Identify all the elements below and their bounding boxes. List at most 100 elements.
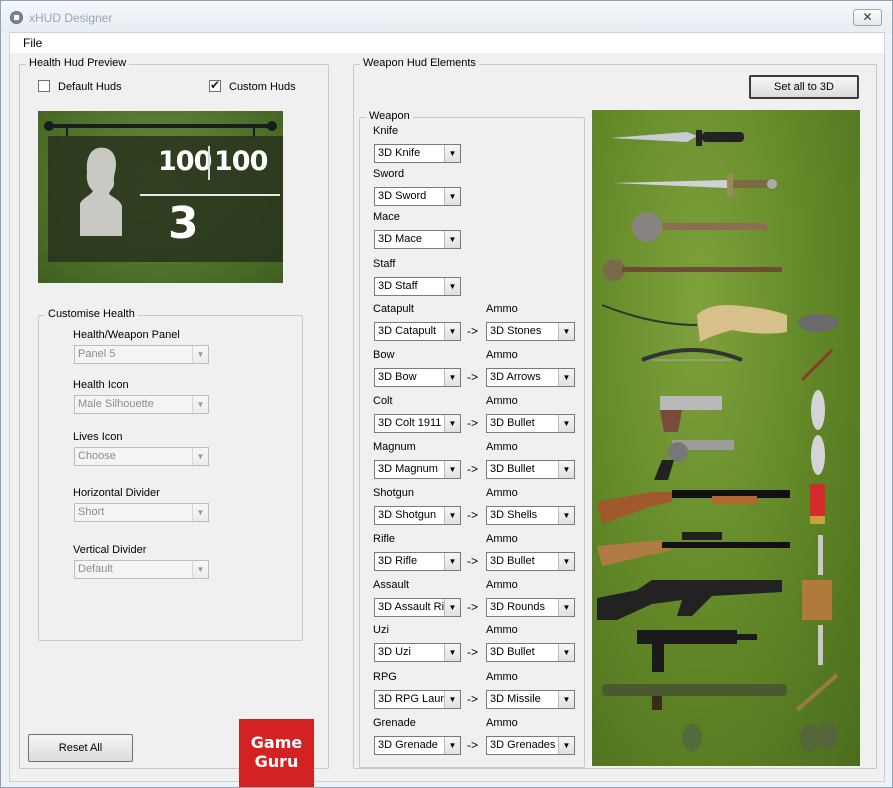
health-icon-label: Health Icon [73,379,129,391]
horizontal-divider-label: Horizontal Divider [73,487,160,499]
chevron-down-icon: ▼ [444,415,460,432]
colt-ammo-label: Ammo [486,395,518,407]
grenade-ammo-select-value: 3D Grenades [490,739,556,751]
catapult-ammo-select[interactable]: 3D Stones ▼ [486,322,575,341]
magnum-select[interactable]: 3D Magnum ▼ [374,460,461,479]
grenade-select-value: 3D Grenade [378,739,438,751]
rpg-select[interactable]: 3D RPG Laun ▼ [374,690,461,709]
catapult-label: Catapult [373,303,414,315]
lives-icon-select[interactable]: Choose ▼ [74,447,209,466]
set-all-3d-button[interactable]: Set all to 3D [749,75,859,99]
grenade-icon [682,722,838,752]
close-button[interactable]: ✕ [853,9,882,26]
weapon-hud-elements-title: Weapon Hud Elements [360,57,479,69]
slingshot-icon [601,304,838,342]
rifle-ammo-select[interactable]: 3D Bullet ▼ [486,552,575,571]
uzi-select[interactable]: 3D Uzi ▼ [374,643,461,662]
assault-ammo-select[interactable]: 3D Rounds ▼ [486,598,575,617]
staff-select[interactable]: 3D Staff ▼ [374,277,461,296]
magnum-arrow: -> [467,462,479,476]
colt-arrow: -> [467,416,479,430]
chevron-down-icon: ▼ [558,599,574,616]
uzi-ammo-select[interactable]: 3D Bullet ▼ [486,643,575,662]
max-health-value: 100 [214,146,268,177]
chevron-down-icon: ▼ [558,691,574,708]
shotgun-ammo-select[interactable]: 3D Shells ▼ [486,506,575,525]
health-icon-select[interactable]: Male Silhouette ▼ [74,395,209,414]
sword-select[interactable]: 3D Sword ▼ [374,187,461,206]
chevron-down-icon: ▼ [192,346,208,363]
shotgun-ammo-label: Ammo [486,487,518,499]
grenade-arrow: -> [467,738,479,752]
bow-icon [641,348,834,382]
default-huds-checkbox[interactable] [38,80,50,92]
grenade-ammo-select[interactable]: 3D Grenades ▼ [486,736,575,755]
bow-label: Bow [373,349,395,361]
colt-select[interactable]: 3D Colt 1911 ▼ [374,414,461,433]
panel-select[interactable]: Panel 5 ▼ [74,345,209,364]
weapon-group-title: Weapon [366,110,413,122]
vertical-divider-select[interactable]: Default ▼ [74,560,209,579]
uzi-ammo-label: Ammo [486,624,518,636]
rpg-icon [602,673,839,712]
rifle-select[interactable]: 3D Rifle ▼ [374,552,461,571]
knife-select-value: 3D Knife [378,147,421,159]
chevron-down-icon: ▼ [558,369,574,386]
horizontal-divider-select[interactable]: Short ▼ [74,503,209,522]
rifle-label: Rifle [373,533,396,545]
chevron-down-icon: ▼ [444,188,460,205]
reset-all-button[interactable]: Reset All [28,734,133,762]
assault-ammo-select-value: 3D Rounds [490,601,546,613]
customise-health-group: Customise Health Health/Weapon Panel Pan… [38,308,303,641]
menu-bar: File [10,33,884,53]
shotgun-select[interactable]: 3D Shotgun ▼ [374,506,461,525]
sword-icon [612,174,777,196]
chevron-down-icon: ▼ [444,507,460,524]
grenade-select[interactable]: 3D Grenade ▼ [374,736,461,755]
health-hud-preview-group: Health Hud Preview Default Huds Custom H… [19,57,329,787]
weapons-illustration [597,130,839,752]
staff-select-value: 3D Staff [378,280,418,292]
chevron-down-icon: ▼ [444,691,460,708]
assault-select[interactable]: 3D Assault Ri ▼ [374,598,461,617]
close-icon: ✕ [862,10,873,24]
client-area: File Health Hud Preview Default Huds Cus… [9,32,885,787]
magnum-label: Magnum [373,441,416,453]
rpg-ammo-label: Ammo [486,671,518,683]
bow-select[interactable]: 3D Bow ▼ [374,368,461,387]
panel-select-value: Panel 5 [78,348,116,360]
knife-label: Knife [373,125,399,137]
uzi-arrow: -> [467,645,479,659]
staff-icon [603,259,782,281]
knife-select[interactable]: 3D Knife ▼ [374,144,461,163]
rifle-select-value: 3D Rifle [378,555,418,567]
rpg-ammo-select[interactable]: 3D Missile ▼ [486,690,575,709]
mace-select[interactable]: 3D Mace ▼ [374,230,461,249]
assault-select-value: 3D Assault Ri [378,601,445,613]
shotgun-arrow: -> [467,508,479,522]
chevron-down-icon: ▼ [444,323,460,340]
customise-health-title: Customise Health [45,308,138,320]
chevron-down-icon: ▼ [558,644,574,661]
health-hud-preview-image: 100 100 3 [38,111,283,283]
catapult-ammo-label: Ammo [486,303,518,315]
health-hud-preview-title: Health Hud Preview [26,57,130,69]
custom-huds-checkbox[interactable] [209,78,221,92]
health-icon-select-value: Male Silhouette [78,398,154,410]
colt-ammo-select[interactable]: 3D Bullet ▼ [486,414,575,433]
catapult-select[interactable]: 3D Catapult ▼ [374,322,461,341]
magnum-ammo-select[interactable]: 3D Bullet ▼ [486,460,575,479]
magnum-icon [654,435,825,480]
mace-label: Mace [373,211,400,223]
bow-ammo-select[interactable]: 3D Arrows ▼ [486,368,575,387]
weapon-group: Weapon Knife 3D Knife ▼ Sword 3D Sword ▼ Mace 3… [359,110,585,768]
lives-value: 3 [168,198,199,249]
chevron-down-icon: ▼ [192,448,208,465]
mace-icon [632,212,767,242]
magnum-ammo-label: Ammo [486,441,518,453]
health-value: 100 [158,146,212,177]
menu-file[interactable]: File [23,36,42,50]
chevron-down-icon: ▼ [444,737,460,754]
assault-ammo-label: Ammo [486,579,518,591]
sword-select-value: 3D Sword [378,190,427,202]
